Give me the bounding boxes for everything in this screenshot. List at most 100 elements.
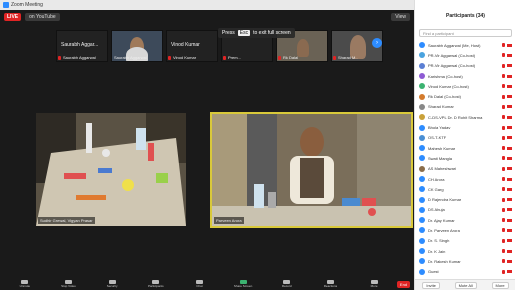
- video-off-icon: [507, 95, 512, 99]
- participant-row[interactable]: Sharad Kumar: [415, 102, 515, 112]
- participant-name: Dr. Ajay Kumar: [428, 217, 455, 223]
- thumbnail-big-name: Vinod Kumar: [171, 42, 200, 48]
- video-off-icon: [507, 146, 512, 150]
- participant-avatar-icon: [419, 217, 425, 224]
- mute-all-button[interactable]: Mute All: [454, 281, 477, 289]
- participant-name: D Rajendra Kumar: [428, 197, 462, 203]
- end-meeting-button[interactable]: End: [396, 280, 411, 288]
- participant-row[interactable]: Saurabh Aggarwal (Me, Host): [415, 40, 515, 50]
- participant-row[interactable]: Dr. K Jain: [415, 246, 515, 256]
- participant-name: PR-Vir Aggarwal (Co-host): [428, 52, 476, 58]
- participant-row[interactable]: AS Maheshwari: [415, 164, 515, 174]
- top-bar: LIVE on YouTube: [0, 10, 414, 24]
- tool-label: Security: [106, 284, 118, 288]
- participant-row[interactable]: CH Arora: [415, 174, 515, 184]
- participant-status: [502, 207, 512, 212]
- participant-row[interactable]: C-DS-VPL Dr. D Rohit Sharma: [415, 112, 515, 122]
- participant-avatar-icon: [419, 176, 425, 182]
- participant-row[interactable]: Rk Dalal (Co-host): [415, 91, 515, 101]
- participant-name: AS Maheshwari: [428, 166, 457, 172]
- participant-status: [502, 135, 512, 140]
- invite-button[interactable]: Invite: [422, 281, 440, 289]
- participant-status: [502, 156, 512, 161]
- security-button[interactable]: Security: [91, 280, 133, 288]
- participant-avatar-icon: [419, 42, 425, 49]
- muted-mic-icon: [278, 56, 281, 60]
- participant-row[interactable]: PR-Vir Aggarwal (Co-host): [415, 61, 515, 71]
- participant-name: Sharad Kumar: [428, 104, 454, 110]
- muted-mic-icon: [502, 197, 505, 202]
- chat-button[interactable]: Chat: [179, 280, 221, 288]
- participant-avatar-icon: [419, 145, 425, 152]
- participant-row[interactable]: Dr. S. Singh: [415, 236, 515, 246]
- panel-more-button[interactable]: More: [491, 281, 509, 289]
- participant-name: Dr. Parveen Arora: [428, 227, 460, 233]
- participant-row[interactable]: Mahesh Kumar: [415, 143, 515, 153]
- stop-video-button[interactable]: Stop Video: [48, 280, 90, 288]
- next-page-arrow-icon[interactable]: ›: [372, 38, 382, 48]
- participant-row[interactable]: Bhola Yadav: [415, 122, 515, 132]
- participant-avatar-icon: [419, 248, 425, 255]
- participant-search-input[interactable]: Find a participant: [419, 29, 512, 37]
- participant-row[interactable]: Dr. Parveen Arora: [415, 225, 515, 235]
- thumbnail-name: Rk Dalal: [283, 55, 299, 60]
- participant-row[interactable]: CK Garg: [415, 184, 515, 194]
- participant-row[interactable]: PR-Vir Aggarwal (Co-host): [415, 50, 515, 60]
- video-off-icon: [507, 74, 512, 78]
- share-screen-button[interactable]: Share Screen: [222, 280, 264, 288]
- tooltip-post: to exit full screen: [253, 30, 291, 36]
- video-off-icon: [507, 115, 512, 119]
- thumbnail-name: Saurabh Aggarwal: [63, 55, 96, 60]
- thumbnail-name: Vinod Kumar: [173, 55, 197, 60]
- tool-label: Chat: [196, 284, 203, 288]
- participant-row[interactable]: OS-T-KTF: [415, 133, 515, 143]
- live-badge[interactable]: LIVE: [4, 13, 22, 21]
- participant-avatar-icon: [419, 206, 425, 213]
- unmute-button[interactable]: Unmute: [4, 280, 46, 288]
- participant-status: [502, 94, 512, 99]
- tool-label: Stop Video: [61, 284, 76, 288]
- tool-label: Reactions: [323, 284, 338, 288]
- participant-row[interactable]: Swati Mangla: [415, 153, 515, 163]
- participants-button[interactable]: Participants: [135, 280, 177, 288]
- participant-row[interactable]: Guest: [415, 267, 515, 277]
- participant-avatar-icon: [419, 103, 425, 110]
- participant-avatar-icon: [419, 227, 425, 234]
- thumbnail-tile[interactable]: Saurabh Aggarwal: [111, 30, 163, 62]
- muted-mic-icon: [502, 249, 505, 254]
- participant-name: PR-Vir Aggarwal (Co-host): [428, 63, 476, 69]
- participant-row[interactable]: DS Ahuja: [415, 205, 515, 215]
- video-right-active-speaker[interactable]: Parveen Arora: [210, 112, 413, 228]
- youtube-status[interactable]: on YouTube: [25, 13, 60, 21]
- participant-status: [502, 43, 512, 48]
- video-left-scene: [36, 113, 186, 226]
- record-button[interactable]: Record: [266, 280, 308, 288]
- participant-avatar-icon: [419, 155, 425, 162]
- view-button[interactable]: View: [391, 13, 410, 21]
- participant-name: Saurabh Aggarwal (Me, Host): [428, 42, 481, 48]
- participant-name: OS-T-KTF: [428, 135, 447, 141]
- participant-row[interactable]: D Rajendra Kumar: [415, 194, 515, 204]
- thumbnail-name: Saurabh Aggarwal: [114, 55, 147, 60]
- thumbnail-tile[interactable]: Saurabh Aggar... Saurabh Aggarwal: [56, 30, 108, 62]
- reactions-button[interactable]: Reactions: [310, 280, 352, 288]
- video-left-name: Sudhir Grewal, Vigyan Prasar: [38, 217, 95, 224]
- video-off-icon: [507, 228, 512, 232]
- panel-title: Participants (34): [446, 13, 485, 19]
- muted-mic-icon: [502, 207, 505, 212]
- video-left[interactable]: Sudhir Grewal, Vigyan Prasar: [36, 113, 186, 226]
- participant-status: [502, 249, 512, 254]
- participant-status: [502, 197, 512, 202]
- thumbnail-tile[interactable]: Vinod Kumar Vinod Kumar: [166, 30, 218, 62]
- participant-status: [502, 63, 512, 68]
- participant-row[interactable]: Vinod Kumar (Co-host): [415, 81, 515, 91]
- participant-row[interactable]: Karishma (Co-host): [415, 71, 515, 81]
- participant-row[interactable]: Dr. Ajay Kumar: [415, 215, 515, 225]
- participant-row[interactable]: Dr. Rakesh Kumar: [415, 256, 515, 266]
- video-off-icon: [507, 239, 512, 243]
- participant-status: [502, 146, 512, 151]
- more-button[interactable]: More: [353, 280, 395, 288]
- video-off-icon: [507, 270, 512, 274]
- participant-avatar-icon: [419, 114, 425, 121]
- participant-name: Bhola Yadav: [428, 125, 451, 131]
